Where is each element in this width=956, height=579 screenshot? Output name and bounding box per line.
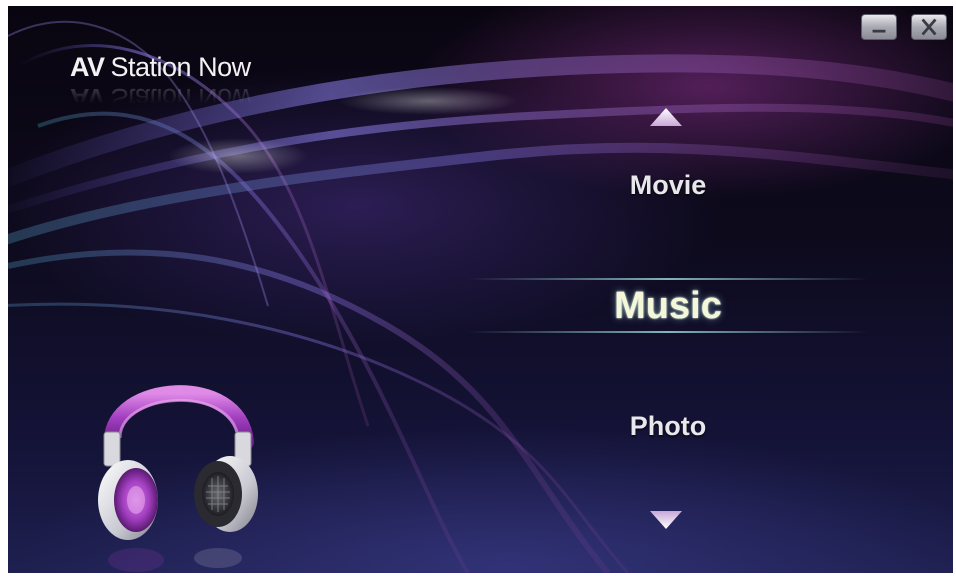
logo-prefix: AV (70, 52, 105, 82)
menu-item-music[interactable]: Music (468, 285, 868, 328)
close-icon (921, 18, 937, 36)
triangle-up-icon (650, 108, 682, 126)
menu-item-photo[interactable]: Photo (468, 411, 868, 442)
close-button[interactable] (911, 14, 947, 40)
selection-line-bottom (468, 331, 868, 333)
selection-line-top (468, 278, 868, 280)
av-station-window: AV Station Now AV Station Now Movie Music … (8, 6, 953, 573)
minimize-icon (872, 29, 886, 33)
triangle-down-icon (650, 511, 682, 529)
headphones-icon (98, 385, 258, 572)
scroll-down-button[interactable] (648, 509, 684, 531)
logo-reflection: AV Station Now (70, 83, 251, 113)
menu-item-movie[interactable]: Movie (468, 170, 868, 201)
scroll-up-button[interactable] (648, 106, 684, 128)
minimize-button[interactable] (861, 14, 897, 40)
logo-suffix: Station Now (110, 52, 252, 82)
logo-text: AV Station Now (70, 52, 251, 83)
